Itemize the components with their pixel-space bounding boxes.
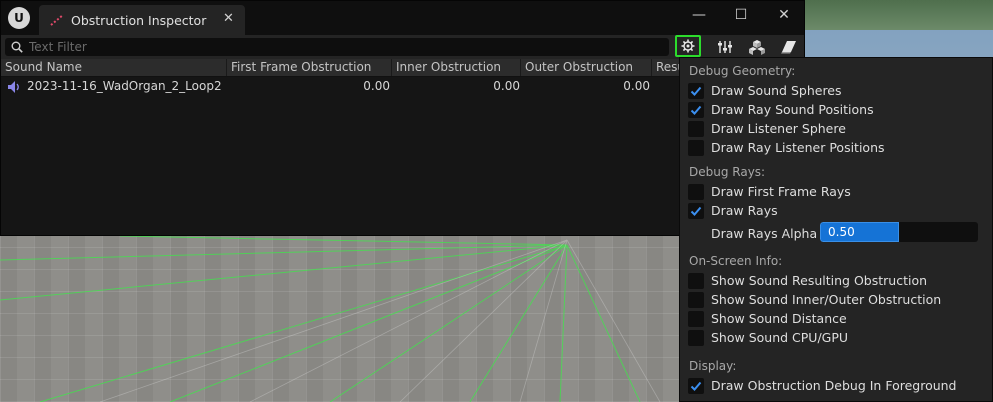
column-sound-name[interactable]: Sound Name xyxy=(1,59,227,76)
column-inner-obstruction[interactable]: Inner Obstruction xyxy=(392,59,521,76)
menu-item-label: Draw Sound Spheres xyxy=(711,83,842,98)
maximize-button[interactable]: ☐ xyxy=(729,5,753,27)
first-frame-obstruction-cell: 0.00 xyxy=(363,79,390,93)
column-first-frame-obstruction[interactable]: First Frame Obstruction xyxy=(227,59,392,76)
sliders-button[interactable] xyxy=(711,35,739,59)
menu-item-draw-sound-spheres[interactable]: Draw Sound Spheres xyxy=(688,82,984,100)
menu-item-show-sound-cpu-gpu[interactable]: Show Sound CPU/GPU xyxy=(688,329,984,347)
draw-rays-alpha-label: Draw Rays Alpha xyxy=(711,226,818,241)
inspector-toolbar xyxy=(1,35,804,59)
text-filter-input[interactable] xyxy=(29,38,649,56)
close-window-button[interactable]: ✕ xyxy=(772,5,796,27)
checkbox[interactable] xyxy=(688,121,704,137)
text-filter-box[interactable] xyxy=(5,38,669,56)
section-on-screen-info: On-Screen Info: xyxy=(689,254,783,268)
checkbox[interactable] xyxy=(688,102,704,118)
cubes-button[interactable] xyxy=(743,35,771,59)
draw-rays-alpha-slider[interactable]: 0.50 xyxy=(820,222,978,242)
settings-gear-icon xyxy=(681,39,695,53)
sliders-icon xyxy=(718,41,732,53)
menu-item-draw-ray-sound-positions[interactable]: Draw Ray Sound Positions xyxy=(688,101,984,119)
search-icon xyxy=(11,41,23,53)
outer-obstruction-cell: 0.00 xyxy=(623,79,650,93)
menu-item-label: Draw Listener Sphere xyxy=(711,121,846,136)
menu-item-draw-ray-listener-positions[interactable]: Draw Ray Listener Positions xyxy=(688,139,984,157)
menu-item-label: Draw Obstruction Debug In Foreground xyxy=(711,378,957,393)
inner-obstruction-cell: 0.00 xyxy=(493,79,520,93)
checkbox[interactable] xyxy=(688,203,704,219)
checkbox[interactable] xyxy=(688,378,704,394)
checkmark-icon xyxy=(690,206,702,216)
slider-value: 0.50 xyxy=(828,225,855,239)
checkbox[interactable] xyxy=(688,330,704,346)
menu-item-label: Show Sound Resulting Obstruction xyxy=(711,273,928,288)
menu-item-label: Draw Ray Listener Positions xyxy=(711,140,885,155)
tab-label: Obstruction Inspector xyxy=(71,13,207,28)
tab-close-icon[interactable]: ✕ xyxy=(223,11,234,26)
checkmark-icon xyxy=(690,381,702,391)
checkbox[interactable] xyxy=(688,83,704,99)
checkbox[interactable] xyxy=(688,184,704,200)
checkmark-icon xyxy=(690,86,702,96)
eraser-icon xyxy=(781,41,796,54)
menu-item-label: Show Sound CPU/GPU xyxy=(711,330,849,345)
menu-item-label: Draw Rays xyxy=(711,203,778,218)
menu-item-label: Show Sound Distance xyxy=(711,311,847,326)
eraser-button[interactable] xyxy=(775,35,803,59)
checkbox[interactable] xyxy=(688,140,704,156)
menu-item-draw-obstruction-debug-in-foreground[interactable]: Draw Obstruction Debug In Foreground xyxy=(688,377,984,395)
section-debug-rays: Debug Rays: xyxy=(689,165,766,179)
menu-item-draw-listener-sphere[interactable]: Draw Listener Sphere xyxy=(688,120,984,138)
menu-item-show-sound-distance[interactable]: Show Sound Distance xyxy=(688,310,984,328)
sound-wave-icon xyxy=(8,81,19,93)
title-bar: U Obstruction Inspector ✕ — ☐ ✕ xyxy=(1,1,804,35)
minimize-button[interactable]: — xyxy=(687,5,711,27)
sound-name-cell: 2023-11-16_WadOrgan_2_Loop2 xyxy=(27,79,222,93)
unreal-logo-icon[interactable]: U xyxy=(8,7,30,29)
menu-item-draw-first-frame-rays[interactable]: Draw First Frame Rays xyxy=(688,183,984,201)
menu-item-label: Draw Ray Sound Positions xyxy=(711,102,874,117)
menu-item-show-sound-resulting-obstruction[interactable]: Show Sound Resulting Obstruction xyxy=(688,272,984,290)
menu-item-label: Show Sound Inner/Outer Obstruction xyxy=(711,292,942,307)
section-debug-geometry: Debug Geometry: xyxy=(689,64,796,78)
settings-dropdown-menu: Debug Geometry: Draw Sound Spheres Draw … xyxy=(679,57,993,402)
menu-item-show-sound-inner-outer-obstruction[interactable]: Show Sound Inner/Outer Obstruction xyxy=(688,291,984,309)
checkbox[interactable] xyxy=(688,273,704,289)
tab-obstruction-inspector[interactable]: Obstruction Inspector ✕ xyxy=(39,5,245,35)
section-display: Display: xyxy=(689,359,737,373)
menu-item-draw-rays[interactable]: Draw Rays xyxy=(688,202,984,220)
cubes-icon xyxy=(749,39,765,55)
checkbox[interactable] xyxy=(688,311,704,327)
checkbox[interactable] xyxy=(688,292,704,308)
column-outer-obstruction[interactable]: Outer Obstruction xyxy=(521,59,652,76)
settings-gear-button[interactable] xyxy=(675,35,701,57)
ray-tool-icon xyxy=(50,14,64,26)
checkmark-icon xyxy=(690,105,702,115)
menu-item-label: Draw First Frame Rays xyxy=(711,184,851,199)
